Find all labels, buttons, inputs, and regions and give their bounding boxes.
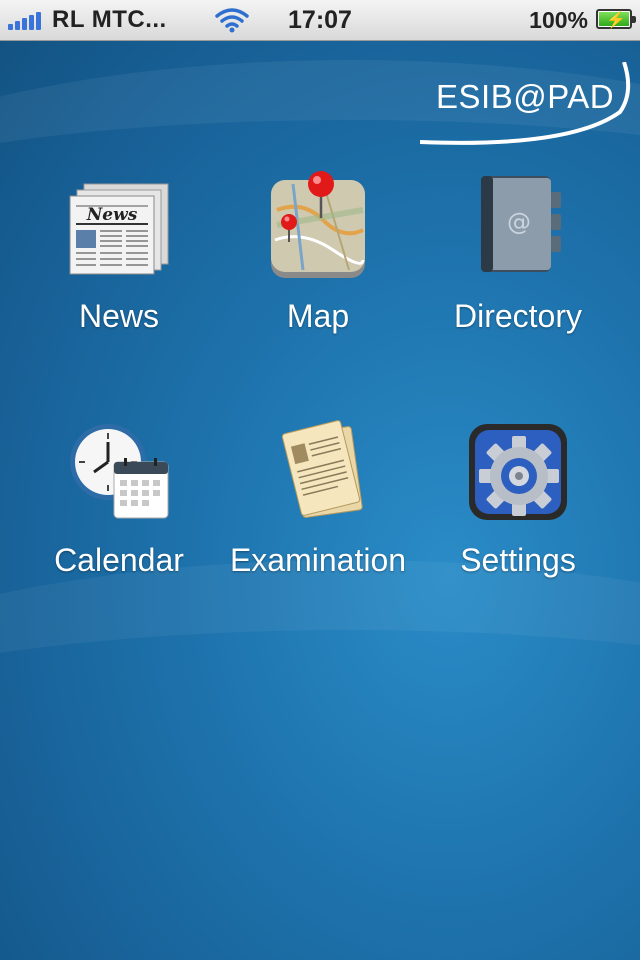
address-book-icon: @ [463, 170, 573, 280]
gear-icon [463, 414, 573, 524]
app-tile-settings[interactable]: Settings [418, 414, 618, 579]
newspaper-icon: News [64, 170, 174, 280]
app-label-calendar: Calendar [54, 542, 184, 578]
app-tile-examination[interactable]: Examination [218, 414, 418, 579]
svg-text:@: @ [507, 208, 531, 236]
app-logo: ESIB@PAD [420, 62, 634, 148]
map-icon [263, 170, 373, 280]
app-tile-calendar[interactable]: Calendar [19, 414, 219, 579]
app-tile-map[interactable]: Map [218, 170, 418, 335]
app-label-directory: Directory [453, 298, 582, 334]
status-bar: RL MTC... 17:07 100% ⚡ [0, 0, 640, 41]
battery-percentage: 100% [529, 7, 588, 33]
app-label-map: Map [286, 298, 350, 334]
app-label-news: News [78, 298, 159, 334]
home-screen: RL MTC... 17:07 100% ⚡ ESIB@PAD News New… [0, 0, 640, 960]
app-label-examination: Examination [229, 542, 407, 578]
app-tile-directory[interactable]: @ Directory [418, 170, 618, 335]
newspaper-masthead: News [86, 205, 138, 225]
background-swoosh [0, 560, 640, 960]
document-icon [263, 414, 373, 524]
logo-text: ESIB@PAD [436, 78, 615, 115]
battery-icon: ⚡ [596, 9, 636, 29]
app-tile-news[interactable]: News News [19, 170, 219, 335]
app-label-settings: Settings [460, 542, 576, 578]
calendar-clock-icon [64, 414, 174, 524]
